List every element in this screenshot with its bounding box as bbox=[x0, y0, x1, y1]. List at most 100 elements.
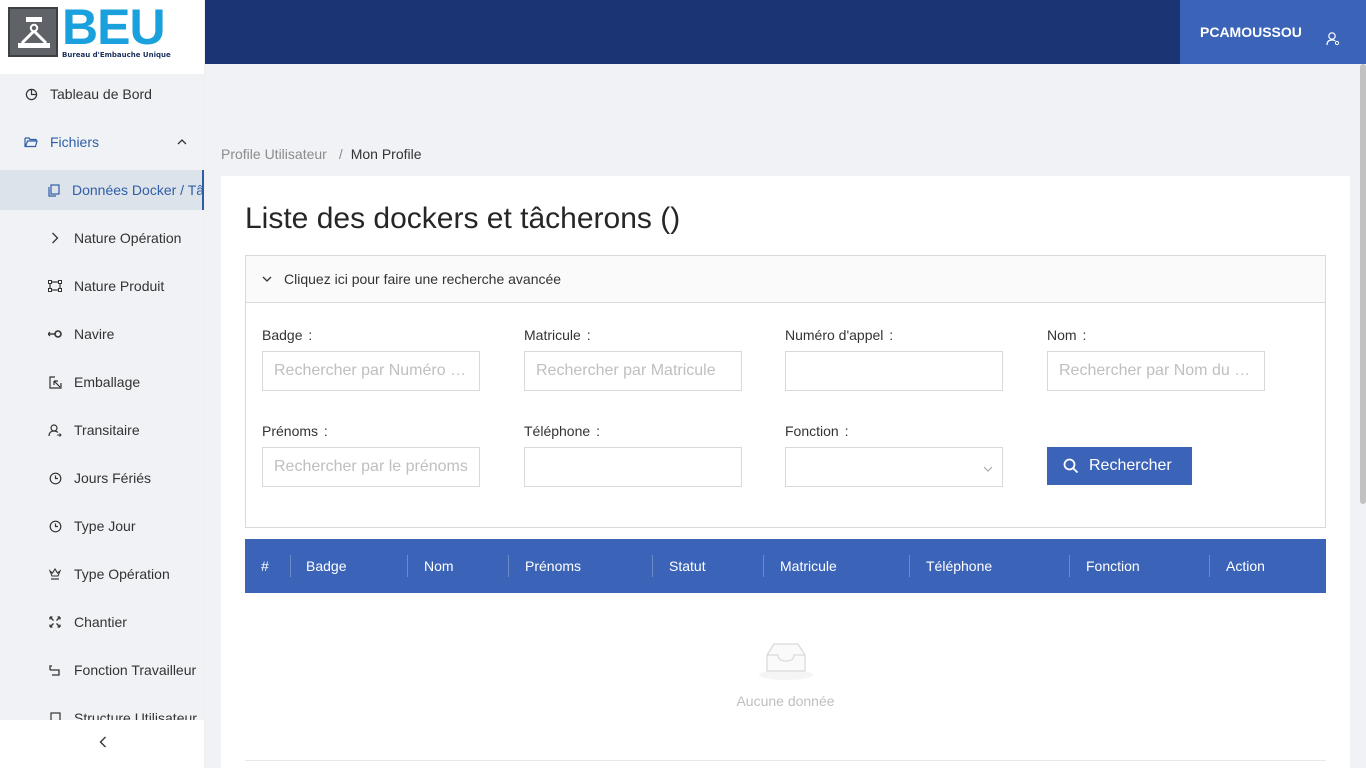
sidebar-item-jours-feries[interactable]: Jours Fériés bbox=[0, 458, 204, 498]
numero-appel-label: Numéro d'appel : bbox=[785, 327, 894, 343]
fonction-label: Fonction : bbox=[785, 423, 849, 439]
copy-icon bbox=[48, 183, 60, 197]
sidebar-item-label: Type Opération bbox=[74, 566, 170, 582]
advanced-search-toggle[interactable]: Cliquez ici pour faire une recherche ava… bbox=[246, 256, 1325, 303]
page-scrollbar[interactable] bbox=[1360, 64, 1366, 504]
fonction-select[interactable] bbox=[785, 447, 1003, 487]
sidebar-item-label: Navire bbox=[74, 326, 115, 342]
sidebar-item-label: Nature Opération bbox=[74, 230, 182, 246]
badge-field-group: Badge : Rechercher par Numéro Badge bbox=[262, 327, 480, 391]
user-menu[interactable]: PCAMOUSSOU bbox=[1180, 0, 1366, 64]
logo-subtitle: Bureau d'Embauche Unique bbox=[62, 51, 171, 59]
breadcrumb: Profile Utilisateur / Mon Profile bbox=[221, 146, 422, 162]
prenoms-field-group: Prénoms : Rechercher par le prénoms bbox=[262, 423, 480, 487]
sidebar-item-nature-operation[interactable]: Nature Opération bbox=[0, 218, 204, 258]
column-header: Téléphone bbox=[926, 558, 993, 574]
clock-icon bbox=[48, 519, 62, 533]
logo-text: BEU bbox=[62, 0, 166, 55]
breadcrumb-parent[interactable]: Profile Utilisateur bbox=[221, 146, 327, 162]
trophy-icon bbox=[48, 567, 62, 581]
right-arrow-icon bbox=[48, 231, 62, 245]
search-button-label: Rechercher bbox=[1089, 457, 1172, 474]
inbox-icon bbox=[758, 641, 814, 686]
search-icon bbox=[1063, 458, 1079, 474]
column-header: Action bbox=[1226, 558, 1265, 574]
sidebar-item-label: Tableau de Bord bbox=[50, 86, 152, 102]
breadcrumb-separator: / bbox=[338, 146, 343, 162]
column-divider bbox=[763, 555, 764, 577]
column-header: Matricule bbox=[780, 558, 837, 574]
fonction-field-group: Fonction : bbox=[785, 423, 1003, 487]
column-divider bbox=[1209, 555, 1210, 577]
sidebar-item-label: Fichiers bbox=[50, 134, 100, 150]
sidebar-item-emballage[interactable]: Emballage bbox=[0, 362, 204, 402]
column-header: Prénoms bbox=[525, 558, 582, 574]
sidebar-item-label: Emballage bbox=[74, 374, 141, 390]
sidebar-collapse-button[interactable] bbox=[0, 720, 204, 768]
table-header: # Badge Nom Prénoms Statut Matricule Tél… bbox=[245, 539, 1326, 593]
rollback-icon bbox=[48, 663, 62, 677]
nom-input[interactable]: Rechercher par Nom du docker bbox=[1047, 351, 1265, 391]
sidebar-item-structure-utilisateur[interactable]: Structure Utilisateur bbox=[0, 698, 204, 720]
sidebar-item-type-operation[interactable]: Type Opération bbox=[0, 554, 204, 594]
advanced-search-label: Cliquez ici pour faire une recherche ava… bbox=[284, 271, 562, 287]
column-divider bbox=[909, 555, 910, 577]
sidebar-item-transitaire[interactable]: Transitaire bbox=[0, 410, 204, 450]
column-header: Fonction bbox=[1086, 558, 1140, 574]
column-divider bbox=[290, 555, 291, 577]
numero-appel-input[interactable] bbox=[785, 351, 1003, 391]
empty-text: Aucune donnée bbox=[736, 693, 835, 709]
pie-chart-icon bbox=[24, 87, 38, 101]
sidebar-item-navire[interactable]: Navire bbox=[0, 314, 204, 354]
top-header: PCAMOUSSOU bbox=[205, 0, 1366, 64]
sidebar-item-fonction-travailleur[interactable]: Fonction Travailleur bbox=[0, 650, 204, 690]
content-card: Liste des dockers et tâcherons () Clique… bbox=[221, 176, 1350, 768]
matricule-label: Matricule : bbox=[524, 327, 591, 343]
telephone-field-group: Téléphone : bbox=[524, 423, 742, 487]
column-divider bbox=[1069, 555, 1070, 577]
sidebar-item-chantier[interactable]: Chantier bbox=[0, 602, 204, 642]
expand-icon bbox=[48, 615, 62, 629]
nom-label: Nom : bbox=[1047, 327, 1087, 343]
user-switch-icon bbox=[48, 423, 62, 437]
badge-label: Badge : bbox=[262, 327, 313, 343]
sidebar-item-label: Jours Fériés bbox=[74, 470, 152, 486]
user-icon bbox=[1326, 31, 1340, 51]
logo[interactable]: BEU Bureau d'Embauche Unique bbox=[0, 0, 204, 64]
column-divider bbox=[407, 555, 408, 577]
sidebar-item-fichiers[interactable]: Fichiers bbox=[0, 122, 204, 162]
column-header: Statut bbox=[669, 558, 706, 574]
prenoms-input[interactable]: Rechercher par le prénoms bbox=[262, 447, 480, 487]
breadcrumb-current: Mon Profile bbox=[350, 146, 422, 162]
sidebar-item-label: Type Jour bbox=[74, 518, 136, 534]
column-header: Nom bbox=[424, 558, 454, 574]
page-title: Liste des dockers et tâcherons () bbox=[245, 202, 681, 235]
sidebar-item-type-jour[interactable]: Type Jour bbox=[0, 506, 204, 546]
table-empty-state: Aucune donnée bbox=[245, 593, 1326, 761]
column-header: # bbox=[261, 558, 269, 574]
sidebar-item-label: Chantier bbox=[74, 614, 127, 630]
advanced-search-panel: Cliquez ici pour faire une recherche ava… bbox=[245, 255, 1326, 528]
numero-appel-field-group: Numéro d'appel : bbox=[785, 327, 1003, 391]
sidebar-item-label: Données Docker / Tâcherons bbox=[72, 182, 205, 198]
file-icon bbox=[48, 711, 62, 720]
badge-input[interactable]: Rechercher par Numéro Badge bbox=[262, 351, 480, 391]
matricule-input[interactable]: Rechercher par Matricule bbox=[524, 351, 742, 391]
sidebar-item-donnees-docker[interactable]: Données Docker / Tâcherons bbox=[0, 170, 205, 210]
sidebar-menu: Tableau de Bord Fichiers Données Docker … bbox=[0, 74, 205, 720]
telephone-input[interactable] bbox=[524, 447, 742, 487]
sidebar-item-label: Nature Produit bbox=[74, 278, 165, 294]
search-button[interactable]: Rechercher bbox=[1047, 447, 1192, 485]
matricule-field-group: Matricule : Rechercher par Matricule bbox=[524, 327, 742, 391]
sidebar-item-tableau-de-bord[interactable]: Tableau de Bord bbox=[0, 74, 204, 114]
select-icon bbox=[48, 375, 62, 389]
sidebar: BEU Bureau d'Embauche Unique Tableau de … bbox=[0, 0, 205, 768]
user-name: PCAMOUSSOU bbox=[1200, 24, 1302, 40]
chevron-up-icon bbox=[177, 136, 187, 148]
swap-icon bbox=[48, 327, 62, 341]
sidebar-item-label: Structure Utilisateur bbox=[74, 710, 197, 720]
logo-emblem bbox=[8, 7, 58, 57]
chevron-left-icon bbox=[99, 735, 107, 753]
clock-icon bbox=[48, 471, 62, 485]
sidebar-item-nature-produit[interactable]: Nature Produit bbox=[0, 266, 204, 306]
